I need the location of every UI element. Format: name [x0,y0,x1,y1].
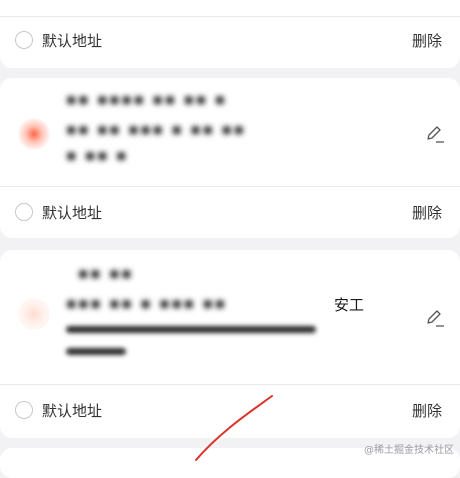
delete-button[interactable]: 删除 [412,30,442,51]
address-line-redacted [66,348,126,355]
default-address-label: 默认地址 [42,402,103,420]
watermark: @稀土掘金技术社区 [364,445,454,456]
default-address-radio[interactable] [15,31,33,49]
default-address-label: 默认地址 [42,32,103,50]
address-line-extra: ▪ ▪▪ ▪ [66,146,129,164]
address-card: 默认地址 删除 [0,0,460,68]
address-visible-text: 安工 [334,296,365,314]
location-marker-icon [18,118,50,150]
location-marker-icon [18,298,50,330]
address-card[interactable]: ▪▪ ▪▪▪▪ ▪▪ ▪▪ ▪ ▪▪ ▪▪ ▪▪▪ ▪ ▪▪ ▪▪ ▪ ▪▪ ▪… [0,78,460,238]
address-line: ▪▪▪ ▪▪ ▪ ▪▪▪ ▪▪ [66,294,227,312]
card-divider [0,16,460,17]
default-address-radio[interactable] [15,203,33,221]
contact-name: ▪▪ ▪▪▪▪ ▪▪ ▪▪ ▪ [66,90,227,108]
card-footer: 默认地址 删除 [0,18,460,64]
address-line-redacted [66,326,316,333]
default-address-radio[interactable] [15,401,33,419]
delete-button[interactable]: 删除 [412,202,442,223]
contact-name: ▪▪ ▪▪ [78,264,134,282]
card-divider [0,384,460,385]
address-card[interactable]: ▪▪ ▪▪ ▪▪▪ ▪▪ ▪ ▪▪▪ ▪▪ 安工 默认地址 删除 [0,250,460,438]
card-divider [0,186,460,187]
edit-icon[interactable] [425,308,445,328]
edit-icon[interactable] [425,124,445,144]
address-line: ▪▪ ▪▪ ▪▪▪ ▪ ▪▪ ▪▪ [66,120,246,138]
card-footer: 默认地址 删除 [0,190,460,236]
card-footer: 默认地址 删除 [0,388,460,434]
default-address-label: 默认地址 [42,204,103,222]
delete-button[interactable]: 删除 [412,400,442,421]
